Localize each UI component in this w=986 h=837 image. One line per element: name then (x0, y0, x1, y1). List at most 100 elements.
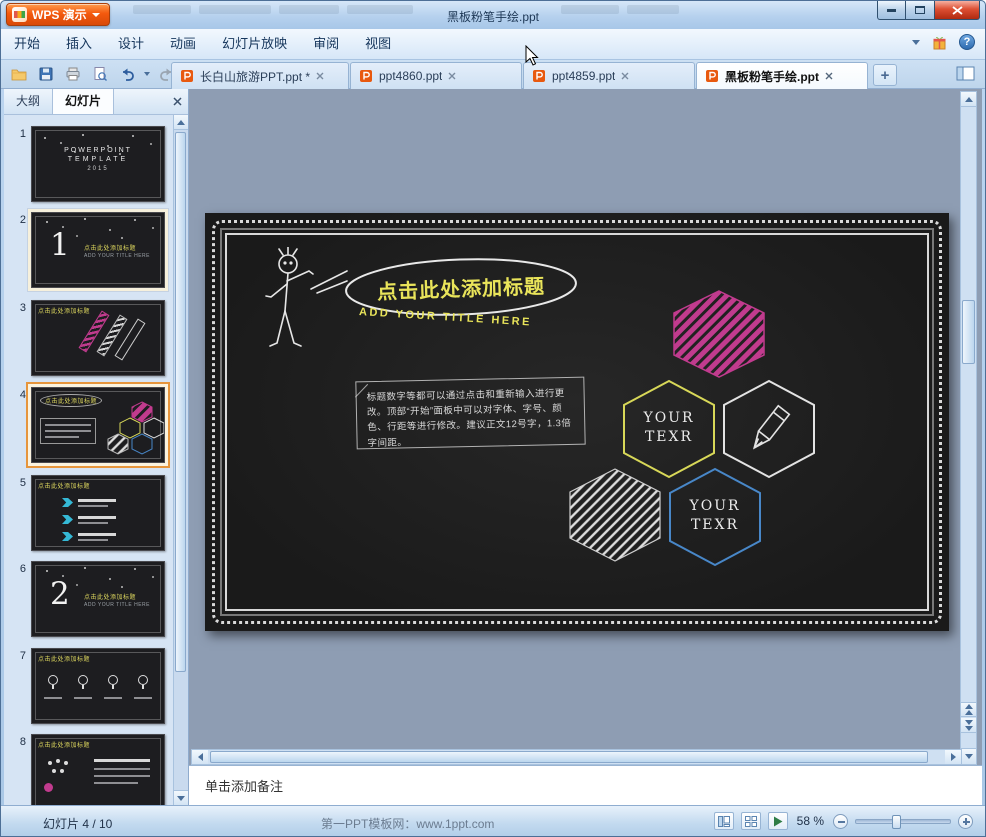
vertical-scrollbar[interactable] (960, 91, 977, 765)
doc-tab-label: ppt4859.ppt (552, 69, 616, 83)
slide-sorter-view-button[interactable] (740, 812, 761, 830)
sidebar-scrollbar[interactable] (173, 115, 188, 805)
menu-item-slideshow[interactable]: 幻灯片放映 (209, 29, 300, 59)
doc-tab-1[interactable]: 长白山旅游PPT.ppt * (171, 62, 349, 89)
wps-app-button[interactable]: WPS 演示 (6, 3, 110, 26)
thumb-title-text: 点击此处添加标题 (38, 309, 91, 315)
map-pin-icon (108, 675, 118, 689)
doc-tab-2[interactable]: ppt4860.ppt (350, 62, 522, 89)
slides-panel: 大纲 幻灯片 1 POWERPOINT TEMPLATE 2015 2 1 点击… (4, 89, 189, 805)
minimize-icon (887, 8, 896, 12)
hexagon-pencil[interactable] (721, 379, 817, 479)
menu-item-review[interactable]: 审阅 (300, 29, 352, 59)
menu-item-design[interactable]: 设计 (105, 29, 157, 59)
tab-close-icon[interactable] (825, 72, 833, 80)
slide-body-textbox[interactable]: 标题数字等都可以通过点击和重新输入进行更改。顶部“开始”面板中可以对字体、字号、… (355, 376, 586, 450)
zoom-slider-handle[interactable] (892, 814, 901, 829)
thumb-title-text: 点击此处添加标题 (84, 246, 137, 252)
print-button[interactable] (63, 64, 83, 84)
minimize-button[interactable] (877, 1, 906, 20)
slide-number: 4 (19, 389, 26, 401)
previous-slide-button[interactable] (961, 702, 976, 717)
zoom-value: 58 % (796, 814, 824, 828)
ppt-file-icon (533, 70, 545, 82)
menu-item-insert[interactable]: 插入 (53, 29, 105, 59)
slide-thumbnail-7[interactable]: 点击此处添加标题 (31, 648, 165, 724)
notes-pane[interactable]: 单击添加备注 (189, 765, 982, 805)
maximize-button[interactable] (906, 1, 935, 20)
print-preview-icon (94, 67, 107, 81)
pencil-icon (752, 404, 791, 450)
slide-thumbnail-8[interactable]: 点击此处添加标题 (31, 734, 165, 805)
slide-thumbnail-2[interactable]: 1 点击此处添加标题 ADD YOUR TITLE HERE (31, 212, 165, 288)
thumb-title-block: POWERPOINT TEMPLATE 2015 (64, 147, 132, 172)
print-preview-button[interactable] (90, 64, 110, 84)
doc-tab-label: 黑板粉笔手绘.ppt (725, 69, 819, 84)
scroll-left-button[interactable] (192, 750, 208, 764)
panel-close-icon[interactable] (173, 97, 182, 106)
play-slideshow-button[interactable] (767, 812, 788, 830)
slide-number: 8 (19, 736, 26, 748)
undo-dropdown-icon[interactable] (144, 72, 150, 76)
zoom-in-button[interactable] (958, 813, 973, 829)
tab-close-icon[interactable] (316, 72, 324, 80)
window-title: 黑板粉笔手绘.ppt (446, 10, 540, 24)
ribbon-collapse-chevron-icon[interactable] (912, 39, 920, 45)
map-pin-icon (138, 675, 148, 689)
notes-placeholder[interactable]: 单击添加备注 (189, 766, 982, 805)
thumb-subtitle-text: ADD YOUR TITLE HERE (84, 253, 150, 259)
panel-layout-toggle-button[interactable] (956, 66, 975, 84)
thumb-hexagon-cluster (107, 401, 164, 455)
open-file-button[interactable] (9, 64, 29, 84)
people-icon (64, 761, 68, 765)
next-slide-button[interactable] (961, 718, 976, 733)
slide-thumbnail-4-current[interactable]: 点击此处添加标题 (31, 387, 165, 463)
statusbar: 幻灯片 4 / 10 第一PPT模板网：www.1ppt.com 58 % (1, 805, 985, 836)
scroll-down-button[interactable] (961, 748, 976, 764)
zoom-slider[interactable] (855, 814, 951, 829)
hexagon-white-striped[interactable] (567, 467, 663, 563)
slide-thumbnail-6[interactable]: 2 点击此处添加标题 ADD YOUR TITLE HERE (31, 561, 165, 637)
undo-icon (123, 68, 134, 81)
zoom-out-button[interactable] (833, 813, 848, 829)
tab-close-icon[interactable] (621, 72, 629, 80)
scroll-right-button[interactable] (945, 750, 961, 764)
scroll-up-button[interactable] (961, 92, 976, 107)
menu-item-home[interactable]: 开始 (1, 29, 53, 59)
tab-close-icon[interactable] (448, 72, 456, 80)
help-icon[interactable]: ? (959, 34, 975, 50)
thumb-title-text: 点击此处添加标题 (38, 484, 91, 490)
menu-item-view[interactable]: 视图 (352, 29, 404, 59)
scroll-up-button[interactable] (174, 115, 188, 130)
gift-icon[interactable] (932, 35, 947, 50)
menu-item-animation[interactable]: 动画 (157, 29, 209, 59)
menubar: 开始 插入 设计 动画 幻灯片放映 审阅 视图 ? (1, 29, 985, 60)
doc-tab-4-active[interactable]: 黑板粉笔手绘.ppt (696, 62, 868, 89)
doc-tab-3[interactable]: ppt4859.ppt (523, 62, 695, 89)
panel-layout-icon (956, 66, 975, 81)
map-pin-icon (78, 675, 88, 689)
hexagon-blue-label: YOUR TEXR (689, 498, 741, 533)
ppt-file-icon (706, 70, 718, 82)
scrollbar-thumb[interactable] (962, 300, 975, 364)
normal-view-button[interactable] (713, 812, 734, 830)
slide-thumbnail-5[interactable]: 点击此处添加标题 (31, 475, 165, 551)
slide-thumbnail-1[interactable]: POWERPOINT TEMPLATE 2015 (31, 126, 165, 202)
scrollbar-thumb[interactable] (175, 132, 186, 672)
slide-counter: 幻灯片 4 / 10 (43, 817, 113, 831)
tab-outline[interactable]: 大纲 (4, 89, 52, 114)
slide-canvas[interactable]: 点击此处添加标题 ADD YOUR TITLE HERE 标题数字等都可以通过点… (205, 213, 949, 631)
new-tab-button[interactable]: + (873, 64, 897, 86)
horizontal-scrollbar[interactable] (191, 749, 962, 765)
save-icon (39, 67, 53, 81)
wps-app-button-label: WPS 演示 (32, 8, 87, 22)
close-button[interactable] (935, 1, 980, 20)
save-button[interactable] (36, 64, 56, 84)
undo-button[interactable] (117, 64, 137, 84)
scrollbar-thumb[interactable] (210, 751, 928, 763)
hexagon-yellow-label: YOUR TEXR (643, 410, 695, 445)
hexagon-pink-striped[interactable] (671, 289, 767, 379)
slide-thumbnail-3[interactable]: 点击此处添加标题 (31, 300, 165, 376)
tab-slides[interactable]: 幻灯片 (52, 89, 115, 114)
scroll-down-button[interactable] (174, 790, 188, 805)
